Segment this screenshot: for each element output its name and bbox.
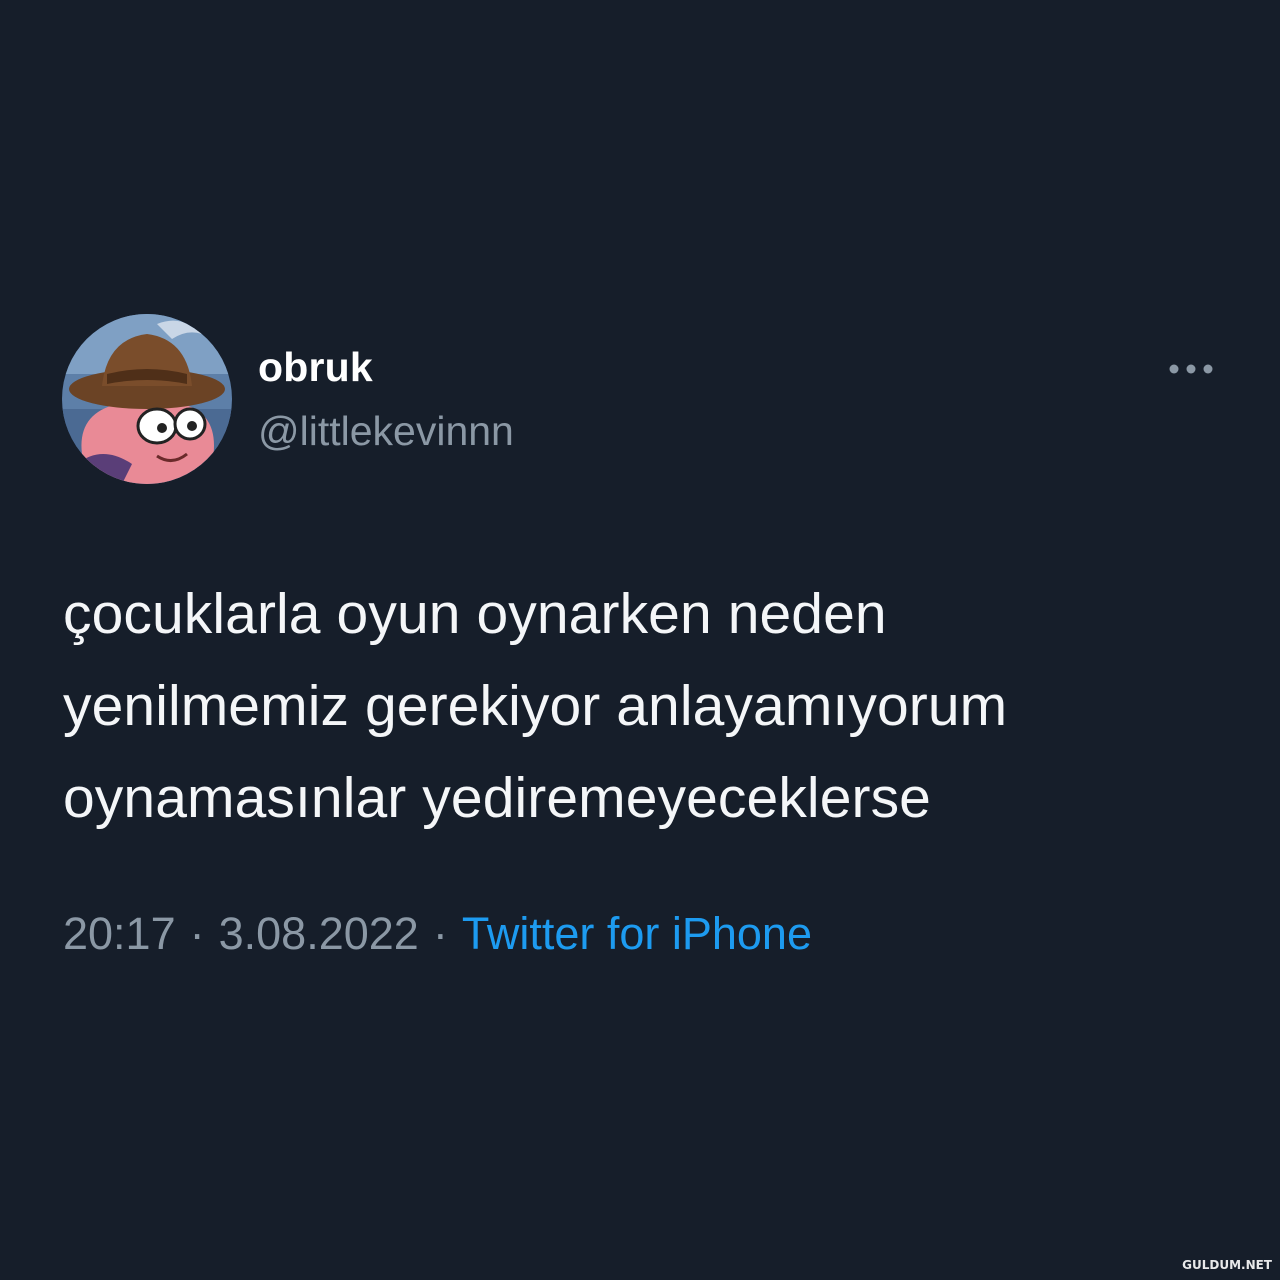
tweet-source-link[interactable]: Twitter for iPhone (462, 908, 812, 959)
tweet-meta: 20:17 · 3.08.2022 · Twitter for iPhone (63, 908, 812, 960)
avatar-image (62, 314, 232, 484)
avatar[interactable] (62, 314, 232, 484)
tweet-card: obruk @littlekevinnn çocuklarla oyun oyn… (0, 0, 1280, 1280)
user-handle[interactable]: @littlekevinnn (258, 408, 514, 455)
tweet-text: çocuklarla oyun oynarken neden yenilmemi… (63, 582, 1008, 830)
meta-separator: · (189, 908, 205, 959)
display-name[interactable]: obruk (258, 344, 373, 391)
tweet-time[interactable]: 20:17 (63, 908, 176, 959)
tweet-date[interactable]: 3.08.2022 (219, 908, 419, 959)
meta-separator: · (432, 908, 448, 959)
more-horizontal-icon (1169, 364, 1213, 374)
watermark: GULDUM.NET (1182, 1258, 1272, 1272)
more-options-button[interactable] (1160, 352, 1222, 386)
